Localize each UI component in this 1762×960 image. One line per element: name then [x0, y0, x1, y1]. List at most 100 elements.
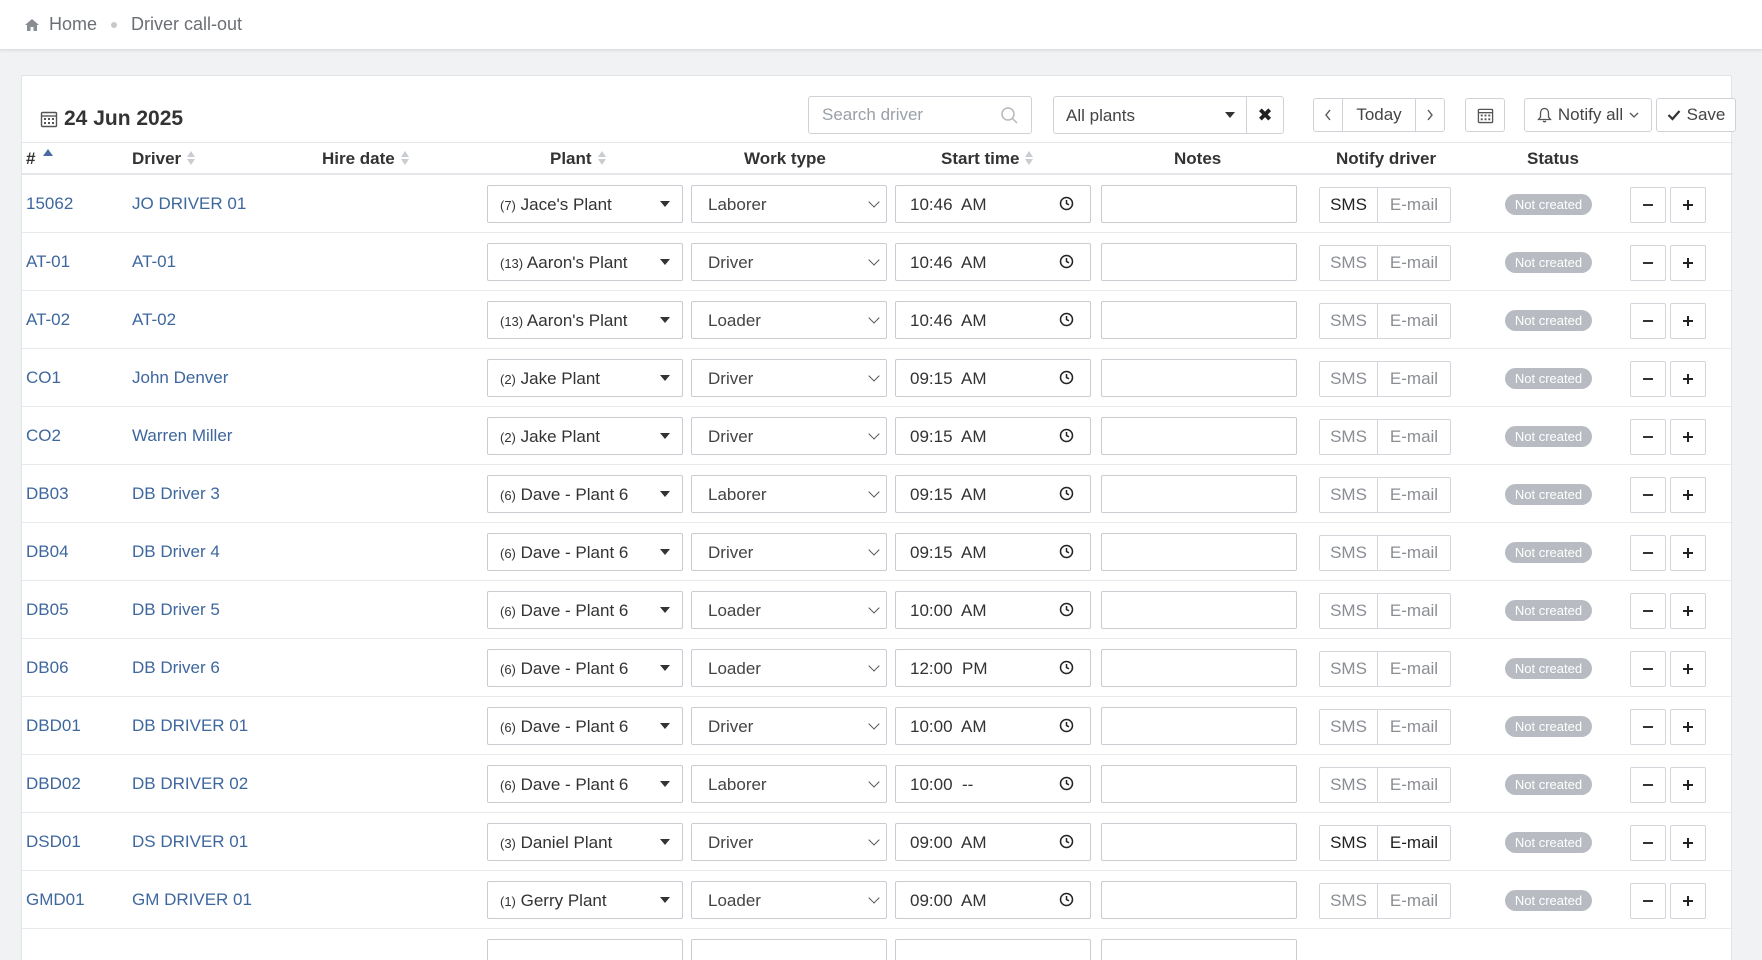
- plant-filter-select[interactable]: All plants: [1053, 96, 1247, 134]
- plant-select[interactable]: (13) Aaron's Plant: [487, 243, 683, 281]
- start-time-input[interactable]: 09:15 AM: [895, 359, 1091, 397]
- work-type-select[interactable]: Loader: [691, 591, 887, 629]
- work-type-select[interactable]: Driver: [691, 533, 887, 571]
- clock-icon[interactable]: [1059, 776, 1074, 791]
- add-row-button[interactable]: [1670, 303, 1706, 339]
- notes-input[interactable]: [1101, 185, 1297, 223]
- work-type-select[interactable]: Loader: [691, 301, 887, 339]
- driver-name-link[interactable]: DB DRIVER 01: [132, 716, 248, 736]
- email-toggle[interactable]: E-mail: [1378, 419, 1451, 455]
- driver-name-link[interactable]: DB Driver 5: [132, 600, 220, 620]
- notes-input[interactable]: [1101, 359, 1297, 397]
- driver-name-link[interactable]: Warren Miller: [132, 426, 232, 446]
- plant-select[interactable]: (13) Aaron's Plant: [487, 301, 683, 339]
- driver-id-link[interactable]: DB03: [26, 484, 69, 504]
- clock-icon[interactable]: [1059, 718, 1074, 733]
- driver-name-link[interactable]: DB Driver 4: [132, 542, 220, 562]
- email-toggle[interactable]: E-mail: [1378, 245, 1451, 281]
- driver-id-link[interactable]: GMD01: [26, 890, 85, 910]
- add-row-button[interactable]: [1670, 825, 1706, 861]
- driver-name-link[interactable]: DB Driver 3: [132, 484, 220, 504]
- driver-id-link[interactable]: DB06: [26, 658, 69, 678]
- remove-row-button[interactable]: [1630, 651, 1666, 687]
- work-type-select[interactable]: Driver: [691, 823, 887, 861]
- sms-toggle[interactable]: SMS: [1319, 535, 1378, 571]
- plant-select[interactable]: (2) Jake Plant: [487, 359, 683, 397]
- driver-id-link[interactable]: DSD01: [26, 832, 81, 852]
- work-type-select[interactable]: Driver: [691, 707, 887, 745]
- notes-input[interactable]: [1101, 533, 1297, 571]
- sms-toggle[interactable]: SMS: [1319, 477, 1378, 513]
- work-type-select[interactable]: Driver: [691, 417, 887, 455]
- driver-name-link[interactable]: AT-02: [132, 310, 176, 330]
- clock-icon[interactable]: [1059, 834, 1074, 849]
- email-toggle[interactable]: E-mail: [1378, 303, 1451, 339]
- start-time-input[interactable]: 09:15 AM: [895, 417, 1091, 455]
- notes-input[interactable]: [1101, 707, 1297, 745]
- column-header-hire-date[interactable]: Hire date: [322, 143, 409, 174]
- plant-select[interactable]: (6) Dave - Plant 6: [487, 707, 683, 745]
- clock-icon[interactable]: [1059, 196, 1074, 211]
- driver-name-link[interactable]: AT-01: [132, 252, 176, 272]
- remove-row-button[interactable]: [1630, 883, 1666, 919]
- notify-all-button[interactable]: Notify all: [1524, 98, 1652, 132]
- clock-icon[interactable]: [1059, 486, 1074, 501]
- add-row-button[interactable]: [1670, 651, 1706, 687]
- clock-icon[interactable]: [1059, 370, 1074, 385]
- email-toggle[interactable]: E-mail: [1378, 767, 1451, 803]
- clock-icon[interactable]: [1059, 312, 1074, 327]
- email-toggle[interactable]: E-mail: [1378, 651, 1451, 687]
- driver-name-link[interactable]: DB DRIVER 02: [132, 774, 248, 794]
- sms-toggle[interactable]: SMS: [1319, 883, 1378, 919]
- email-toggle[interactable]: E-mail: [1378, 593, 1451, 629]
- sms-toggle[interactable]: SMS: [1319, 361, 1378, 397]
- plant-select[interactable]: (2) Jake Plant: [487, 417, 683, 455]
- notes-input[interactable]: [1101, 881, 1297, 919]
- start-time-input[interactable]: 09:00 AM: [895, 881, 1091, 919]
- driver-id-link[interactable]: DBD01: [26, 716, 81, 736]
- sms-toggle[interactable]: SMS: [1319, 245, 1378, 281]
- start-time-input[interactable]: 10:00 AM: [895, 591, 1091, 629]
- remove-row-button[interactable]: [1630, 361, 1666, 397]
- plant-select[interactable]: (6) Dave - Plant 6: [487, 649, 683, 687]
- work-type-select[interactable]: Driver: [691, 243, 887, 281]
- plant-select[interactable]: (1) Gerry Plant: [487, 881, 683, 919]
- remove-row-button[interactable]: [1630, 303, 1666, 339]
- email-toggle[interactable]: E-mail: [1378, 883, 1451, 919]
- driver-id-link[interactable]: CO1: [26, 368, 61, 388]
- plant-select[interactable]: (6) Dave - Plant 6: [487, 533, 683, 571]
- column-header-driver[interactable]: Driver: [132, 143, 196, 174]
- remove-row-button[interactable]: [1630, 245, 1666, 281]
- notes-input[interactable]: [1101, 301, 1297, 339]
- notes-input[interactable]: [1101, 591, 1297, 629]
- add-row-button[interactable]: [1670, 187, 1706, 223]
- driver-id-link[interactable]: AT-01: [26, 252, 70, 272]
- notes-input[interactable]: [1101, 417, 1297, 455]
- search-input[interactable]: [809, 97, 989, 133]
- remove-row-button[interactable]: [1630, 187, 1666, 223]
- add-row-button[interactable]: [1670, 419, 1706, 455]
- clock-icon[interactable]: [1059, 254, 1074, 269]
- add-row-button[interactable]: [1670, 245, 1706, 281]
- column-header-start-time[interactable]: Start time: [941, 143, 1034, 174]
- clock-icon[interactable]: [1059, 544, 1074, 559]
- start-time-input[interactable]: 09:15 AM: [895, 533, 1091, 571]
- sms-toggle[interactable]: SMS: [1319, 825, 1378, 861]
- remove-row-button[interactable]: [1630, 419, 1666, 455]
- start-time-input[interactable]: 12:00 PM: [895, 649, 1091, 687]
- previous-day-button[interactable]: [1313, 98, 1343, 132]
- next-day-button[interactable]: [1415, 98, 1445, 132]
- start-time-input[interactable]: 10:46 AM: [895, 301, 1091, 339]
- plant-select[interactable]: (3) Daniel Plant: [487, 823, 683, 861]
- driver-name-link[interactable]: DS DRIVER 01: [132, 832, 248, 852]
- add-row-button[interactable]: [1670, 883, 1706, 919]
- clear-plant-filter-button[interactable]: ✖: [1246, 96, 1284, 134]
- sms-toggle[interactable]: SMS: [1319, 303, 1378, 339]
- driver-id-link[interactable]: DB04: [26, 542, 69, 562]
- clock-icon[interactable]: [1059, 428, 1074, 443]
- email-toggle[interactable]: E-mail: [1378, 535, 1451, 571]
- add-row-button[interactable]: [1670, 535, 1706, 571]
- plant-select[interactable]: (7) Jace's Plant: [487, 185, 683, 223]
- start-time-input[interactable]: 09:15 AM: [895, 475, 1091, 513]
- remove-row-button[interactable]: [1630, 593, 1666, 629]
